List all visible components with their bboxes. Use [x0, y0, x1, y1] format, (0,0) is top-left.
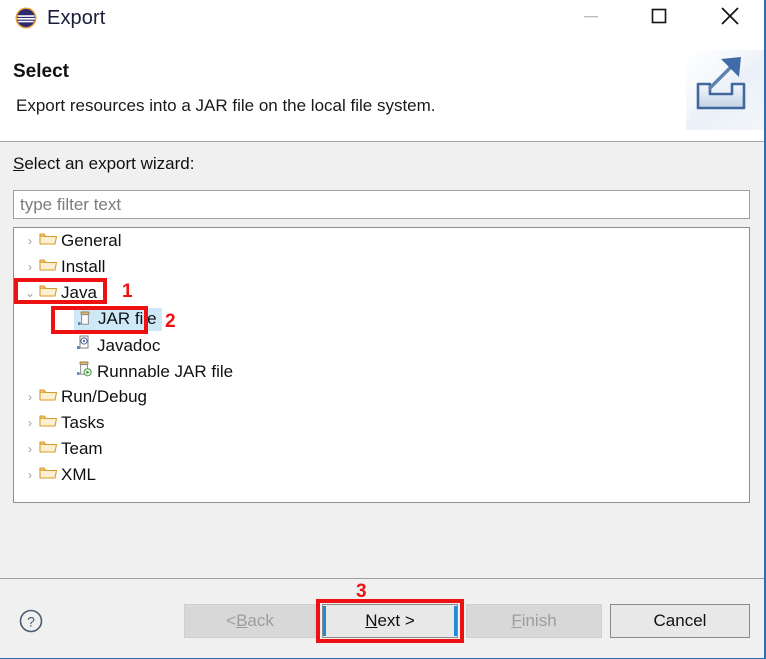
folder-icon [38, 283, 58, 298]
export-wizard-tree[interactable]: › General › Install ⌄ Java JAR file Javadoc Runn… [13, 227, 750, 503]
finish-button-mnemonic: F [511, 611, 522, 630]
chevron-right-icon[interactable]: › [22, 442, 38, 456]
cancel-button-label: Cancel [653, 611, 707, 630]
tree-item-runnable-jar-file[interactable]: Runnable JAR file [14, 358, 749, 384]
tree-item-jar-file[interactable]: JAR file [14, 306, 749, 332]
page-title: Select [13, 61, 69, 82]
tree-item-xml[interactable]: › XML [14, 462, 749, 488]
tree-item-content: Tasks [38, 413, 106, 433]
tree-item-label: Team [61, 439, 103, 458]
finish-button-suffix: inish [521, 611, 557, 630]
chevron-right-icon[interactable]: › [22, 260, 38, 274]
wizard-list-label: Select an export wizard: [13, 154, 194, 174]
chevron-right-icon[interactable]: › [22, 234, 38, 248]
tree-item-label: Javadoc [97, 336, 161, 355]
export-dialog: Export Select Export resources into a JA… [0, 0, 766, 659]
maximize-icon [651, 8, 667, 24]
help-button[interactable]: ? [18, 608, 44, 634]
back-button[interactable]: < Back [184, 604, 316, 638]
title-bar-left: Export [14, 6, 105, 30]
finish-button[interactable]: Finish [466, 604, 602, 638]
tree-item-label: XML [61, 465, 96, 484]
close-icon [721, 7, 739, 25]
tree-item-content: Javadoc [74, 334, 162, 356]
wizard-label-rest: elect an export wizard: [24, 154, 195, 173]
window-title: Export [47, 6, 106, 29]
tree-item-content: General [38, 231, 123, 251]
cancel-button[interactable]: Cancel [610, 604, 750, 638]
back-button-prefix: < [226, 611, 237, 630]
folder-icon [38, 387, 58, 402]
close-button[interactable] [707, 0, 753, 32]
eclipse-icon [14, 6, 38, 30]
page-description: Export resources into a JAR file on the … [16, 96, 436, 115]
dialog-header: Select Export resources into a JAR file … [0, 44, 764, 142]
tree-item-label: Tasks [61, 413, 105, 432]
annotation-number-1: 1 [122, 281, 133, 302]
back-button-mnemonic: B [236, 611, 248, 630]
tree-item-content: XML [38, 465, 98, 485]
chevron-down-icon[interactable]: ⌄ [22, 286, 38, 300]
tree-item-content: Team [38, 439, 105, 459]
tree-item-content: JAR file [74, 307, 162, 331]
tree-item-javadoc[interactable]: Javadoc [14, 332, 749, 358]
back-button-suffix: ack [247, 611, 274, 630]
tree-item-content: Run/Debug [38, 387, 149, 407]
chevron-right-icon[interactable]: › [22, 390, 38, 404]
chevron-right-icon[interactable]: › [22, 416, 38, 430]
tree-item-team[interactable]: › Team [14, 436, 749, 462]
filter-input[interactable] [13, 190, 750, 219]
minimize-icon [584, 16, 598, 18]
tree-item-tasks[interactable]: › Tasks [14, 410, 749, 436]
dialog-body: Select an export wizard: › General › Instal… [0, 142, 764, 578]
next-button-mnemonic: N [365, 611, 378, 630]
tree-item-label: Install [61, 257, 106, 276]
tree-item-label: General [61, 231, 122, 250]
tree-item-content: Install [38, 257, 107, 277]
minimize-button[interactable] [568, 0, 614, 32]
runnable-jar-icon [74, 360, 94, 377]
jar-file-icon [75, 310, 95, 327]
tree-item-label: Java [61, 283, 97, 302]
folder-icon [38, 439, 58, 454]
folder-icon [38, 257, 58, 272]
export-wizard-icon [686, 50, 764, 130]
tree-item-label: Runnable JAR file [97, 362, 234, 381]
next-button-suffix: ext > [377, 611, 415, 630]
wizard-label-mnemonic: S [13, 154, 25, 173]
tree-item-content: Java [38, 283, 99, 303]
maximize-button[interactable] [636, 0, 682, 32]
tree-item-general[interactable]: › General [14, 228, 749, 254]
tree-item-label: Run/Debug [61, 387, 148, 406]
tree-item-content: Runnable JAR file [74, 360, 235, 382]
help-icon: ? [19, 609, 43, 633]
svg-text:?: ? [27, 613, 35, 629]
folder-icon [38, 231, 58, 246]
title-bar: Export [0, 0, 764, 44]
next-button[interactable]: Next > [322, 604, 458, 638]
chevron-right-icon[interactable]: › [22, 468, 38, 482]
tree-item-install[interactable]: › Install [14, 254, 749, 280]
annotation-number-3: 3 [356, 581, 367, 602]
annotation-number-2: 2 [165, 311, 176, 332]
folder-icon [38, 465, 58, 480]
javadoc-icon [74, 334, 94, 351]
folder-icon [38, 413, 58, 428]
tree-item-label: JAR file [98, 308, 157, 328]
tree-item-run-debug[interactable]: › Run/Debug [14, 384, 749, 410]
